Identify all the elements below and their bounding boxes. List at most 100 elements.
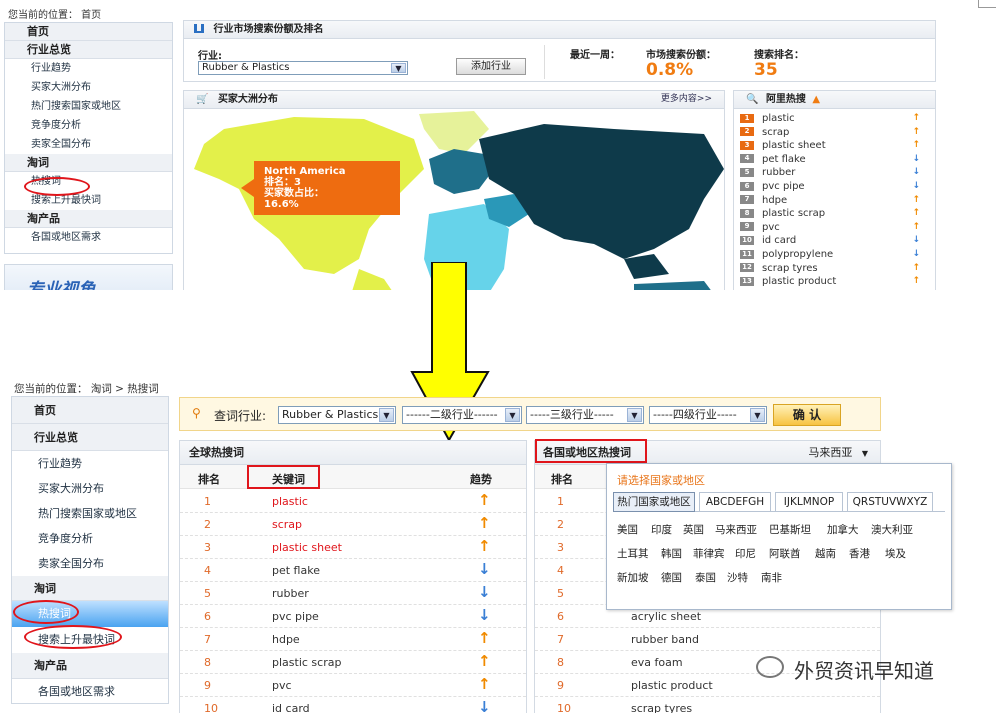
keyword-cell[interactable]: eva foam bbox=[631, 656, 683, 669]
hot-list-item[interactable]: 7 hdpe ↑ bbox=[740, 195, 930, 206]
nav-item-seller[interactable]: 卖家全国分布 bbox=[5, 135, 172, 154]
table-row[interactable]: 5 rubber ↓ bbox=[180, 582, 526, 605]
table-row[interactable]: 2 scrap ↑ bbox=[180, 513, 526, 536]
nav-item-rising-words[interactable]: 搜索上升最快词 bbox=[5, 191, 172, 210]
keyword-cell[interactable]: id card bbox=[272, 702, 310, 713]
more-link[interactable]: 更多内容>> bbox=[661, 91, 712, 108]
keyword-cell[interactable]: plastic scrap bbox=[272, 656, 341, 669]
table-row[interactable]: 4 pet flake ↓ bbox=[180, 559, 526, 582]
nav-item-seller[interactable]: 卖家全国分布 bbox=[12, 551, 168, 576]
nav-item-continent[interactable]: 买家大洲分布 bbox=[5, 78, 172, 97]
country-option[interactable]: 美国 bbox=[617, 522, 638, 537]
hot-list-item[interactable]: 10 id card ↓ bbox=[740, 235, 930, 246]
nav-item-demand[interactable]: 各国或地区需求 bbox=[5, 228, 172, 247]
country-option[interactable]: 埃及 bbox=[885, 546, 906, 561]
market-panel-header: 行业市场搜索份额及排名 bbox=[184, 21, 935, 39]
keyword-cell[interactable]: plastic bbox=[272, 495, 308, 508]
map-panel-title: 买家大洲分布 bbox=[217, 94, 278, 105]
confirm-button[interactable]: 确 认 bbox=[773, 404, 841, 426]
industry-level1-select[interactable]: Rubber & Plastics ▼ bbox=[278, 406, 396, 424]
nav-item-competition[interactable]: 竞争度分析 bbox=[12, 526, 168, 551]
table-row[interactable]: 10 id card ↓ bbox=[180, 697, 526, 713]
top-screenshot: 您当前的位置： 首页 首页 行业总览 行业趋势 买家大洲分布 热门搜索国家或地区… bbox=[0, 0, 940, 290]
keyword-cell[interactable]: scrap tyres bbox=[631, 702, 692, 713]
tab-a-h[interactable]: ABCDEFGH bbox=[699, 492, 771, 512]
hot-list-item[interactable]: 3 plastic sheet ↑ bbox=[740, 140, 930, 151]
table-row[interactable]: 7 hdpe ↑ bbox=[180, 628, 526, 651]
country-option[interactable]: 澳大利亚 bbox=[871, 522, 913, 537]
hot-term: plastic product bbox=[762, 276, 837, 288]
industry-select[interactable]: Rubber & Plastics ▼ bbox=[198, 61, 408, 75]
nav-home[interactable]: 首页 bbox=[5, 23, 172, 41]
table-row[interactable]: 10 scrap tyres bbox=[535, 697, 880, 713]
industry-level4-select[interactable]: -----四级行业----- ▼ bbox=[649, 406, 767, 424]
nav-group-words: 淘词 bbox=[12, 576, 168, 601]
country-option[interactable]: 巴基斯坦 bbox=[769, 522, 811, 537]
nav-group-industry: 行业总览 bbox=[5, 41, 172, 59]
flame-icon: ▲ bbox=[812, 94, 821, 105]
keyword-cell[interactable]: pvc bbox=[272, 679, 292, 692]
hot-words-oval bbox=[24, 177, 90, 196]
country-option[interactable]: 德国 bbox=[661, 570, 682, 585]
tab-hot-countries[interactable]: 热门国家或地区 bbox=[613, 492, 695, 512]
nav-item-trend[interactable]: 行业趋势 bbox=[5, 59, 172, 78]
hot-list-item[interactable]: 13 plastic product ↑ bbox=[740, 276, 930, 287]
keyword-cell[interactable]: rubber bbox=[272, 587, 309, 600]
keyword-cell[interactable]: plastic sheet bbox=[272, 541, 342, 554]
country-option[interactable]: 印度 bbox=[651, 522, 672, 537]
keyword-cell[interactable]: pet flake bbox=[272, 564, 320, 577]
keyword-cell[interactable]: scrap bbox=[272, 518, 302, 531]
country-option[interactable]: 泰国 bbox=[695, 570, 716, 585]
nav-item-hot-country[interactable]: 热门搜索国家或地区 bbox=[12, 501, 168, 526]
southeast-asia bbox=[624, 254, 669, 279]
nav-item-trend[interactable]: 行业趋势 bbox=[12, 451, 168, 476]
table-row[interactable]: 3 plastic sheet ↑ bbox=[180, 536, 526, 559]
rank-badge: 3 bbox=[740, 140, 754, 150]
industry-select-value: Rubber & Plastics bbox=[202, 62, 290, 73]
hot-list-item[interactable]: 11 polypropylene ↓ bbox=[740, 249, 930, 260]
keyword-cell[interactable]: rubber band bbox=[631, 633, 699, 646]
keyword-cell[interactable]: plastic product bbox=[631, 679, 713, 692]
country-option[interactable]: 阿联酋 bbox=[769, 546, 801, 561]
hot-list-item[interactable]: 4 pet flake ↓ bbox=[740, 154, 930, 165]
hot-list-item[interactable]: 2 scrap ↑ bbox=[740, 127, 930, 138]
industry-level3-select[interactable]: -----三级行业----- ▼ bbox=[526, 406, 644, 424]
country-option[interactable]: 印尼 bbox=[735, 546, 756, 561]
hot-list-item[interactable]: 5 rubber ↓ bbox=[740, 167, 930, 178]
table-row[interactable]: 8 plastic scrap ↑ bbox=[180, 651, 526, 674]
hot-list-item[interactable]: 6 pvc pipe ↓ bbox=[740, 181, 930, 192]
nav-item-competition[interactable]: 竞争度分析 bbox=[5, 116, 172, 135]
hot-list-item[interactable]: 1 plastic ↑ bbox=[740, 113, 930, 124]
country-option[interactable]: 南非 bbox=[761, 570, 782, 585]
country-option[interactable]: 香港 bbox=[849, 546, 870, 561]
add-industry-button[interactable]: 添加行业 bbox=[456, 58, 526, 75]
keyword-cell[interactable]: hdpe bbox=[272, 633, 300, 646]
nav-item-demand[interactable]: 各国或地区需求 bbox=[12, 679, 168, 705]
country-option[interactable]: 马来西亚 bbox=[715, 522, 757, 537]
country-option[interactable]: 沙特 bbox=[727, 570, 748, 585]
keyword-cell[interactable]: acrylic sheet bbox=[631, 610, 701, 623]
hot-list-item[interactable]: 12 scrap tyres ↑ bbox=[740, 263, 930, 274]
promo-banner[interactable]: 专业视角 bbox=[4, 264, 173, 290]
country-option[interactable]: 新加坡 bbox=[617, 570, 649, 585]
country-option[interactable]: 韩国 bbox=[661, 546, 682, 561]
keyword-cell[interactable]: pvc pipe bbox=[272, 610, 319, 623]
country-option[interactable]: 土耳其 bbox=[617, 546, 649, 561]
table-row[interactable]: 1 plastic ↑ bbox=[180, 490, 526, 513]
table-row[interactable]: 6 pvc pipe ↓ bbox=[180, 605, 526, 628]
country-selector[interactable]: 马来西亚 ▼ bbox=[808, 441, 868, 465]
country-option[interactable]: 加拿大 bbox=[827, 522, 859, 537]
country-option[interactable]: 英国 bbox=[683, 522, 704, 537]
country-option[interactable]: 菲律宾 bbox=[693, 546, 725, 561]
tab-i-p[interactable]: IJKLMNOP bbox=[775, 492, 843, 512]
table-row[interactable]: 7 rubber band bbox=[535, 628, 880, 651]
table-row[interactable]: 9 pvc ↑ bbox=[180, 674, 526, 697]
hot-list-item[interactable]: 8 plastic scrap ↑ bbox=[740, 208, 930, 219]
nav-home[interactable]: 首页 bbox=[12, 397, 168, 424]
nav-item-continent[interactable]: 买家大洲分布 bbox=[12, 476, 168, 501]
nav-item-hot-country[interactable]: 热门搜索国家或地区 bbox=[5, 97, 172, 116]
hot-list-item[interactable]: 9 pvc ↑ bbox=[740, 222, 930, 233]
tab-q-z[interactable]: QRSTUVWXYZ bbox=[847, 492, 933, 512]
industry-level2-select[interactable]: ------二级行业------ ▼ bbox=[402, 406, 522, 424]
country-option[interactable]: 越南 bbox=[815, 546, 836, 561]
